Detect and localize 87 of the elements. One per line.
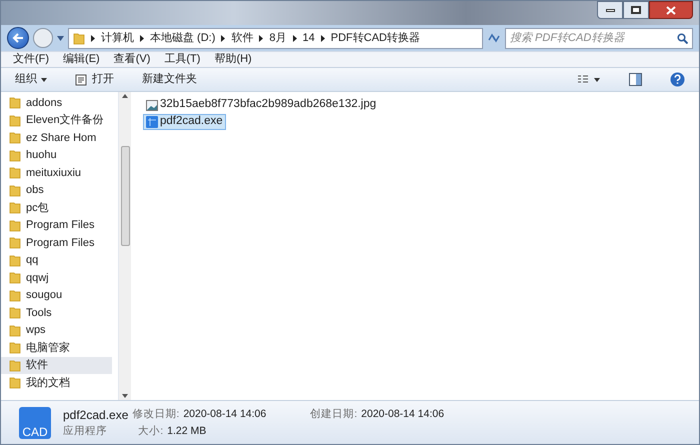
maximize-button[interactable] bbox=[623, 1, 649, 19]
open-button[interactable]: 打开 bbox=[75, 71, 114, 88]
modified-label: 修改日期: bbox=[132, 406, 180, 422]
caret-icon[interactable] bbox=[57, 36, 64, 40]
menu-item[interactable]: 帮助(H) bbox=[214, 51, 252, 68]
organize-button[interactable]: 组织 bbox=[15, 71, 47, 88]
chevron-icon[interactable] bbox=[91, 34, 95, 42]
sidebar-item[interactable]: ez Share Hom bbox=[1, 129, 112, 146]
menu-item[interactable]: 查看(V) bbox=[114, 51, 150, 68]
folder-icon bbox=[9, 201, 21, 214]
folder-icon bbox=[9, 306, 21, 320]
close-icon bbox=[666, 6, 676, 14]
size-label: 大小: bbox=[138, 424, 164, 439]
cad-app-icon: CAD bbox=[19, 406, 51, 438]
sidebar-item[interactable]: Tools bbox=[1, 304, 112, 322]
folder-icon bbox=[9, 324, 21, 337]
breadcrumb-item[interactable]: PDF转CAD转换器 bbox=[330, 30, 420, 46]
folder-icon bbox=[9, 288, 21, 302]
sidebar-item[interactable]: Program Files bbox=[1, 234, 112, 252]
file-name: pdf2cad.exe bbox=[63, 406, 128, 424]
caret-icon bbox=[41, 78, 47, 82]
folder-icon bbox=[9, 96, 21, 110]
minimize-button[interactable] bbox=[597, 1, 623, 19]
chevron-icon[interactable] bbox=[292, 34, 297, 42]
address-bar[interactable]: 计算机 本地磁盘 (D:) 软件 8月 14 PDF转CAD转换器 bbox=[68, 28, 483, 48]
back-button[interactable] bbox=[7, 27, 29, 49]
folder-icon bbox=[9, 166, 21, 180]
view-options-icon[interactable] bbox=[577, 74, 601, 84]
modified-date: 2020-08-14 14:06 bbox=[183, 406, 266, 422]
sidebar-item[interactable]: 电脑管家 bbox=[1, 339, 112, 356]
back-arrow-icon bbox=[12, 33, 24, 43]
folder-icon bbox=[9, 236, 21, 250]
sidebar-item[interactable]: wps bbox=[1, 322, 112, 339]
image-file-icon bbox=[146, 100, 158, 110]
created-date: 2020-08-14 14:06 bbox=[361, 406, 444, 422]
folder-icon bbox=[9, 254, 21, 267]
sidebar-item[interactable]: 软件 bbox=[1, 356, 112, 374]
menu-item[interactable]: 工具(T) bbox=[164, 51, 200, 68]
sidebar-item[interactable]: sougou bbox=[1, 286, 112, 304]
folder-icon bbox=[73, 32, 85, 44]
sidebar-item[interactable]: qq bbox=[1, 252, 112, 269]
preview-pane-icon[interactable] bbox=[629, 73, 642, 86]
sidebar-item[interactable]: addons bbox=[1, 94, 112, 112]
folder-icon bbox=[9, 148, 21, 162]
sidebar-item[interactable]: huohu bbox=[1, 146, 112, 164]
folder-icon bbox=[9, 184, 21, 197]
sidebar-item[interactable]: 我的文档 bbox=[1, 374, 112, 392]
folder-icon bbox=[9, 341, 21, 354]
file-type: 应用程序 bbox=[63, 424, 108, 439]
app-file-icon bbox=[146, 116, 158, 128]
menu-item[interactable]: 文件(F) bbox=[13, 51, 50, 68]
scroll-up-icon[interactable] bbox=[122, 94, 128, 98]
scroll-down-icon[interactable] bbox=[122, 394, 128, 398]
folder-icon bbox=[9, 358, 21, 372]
folder-icon bbox=[9, 131, 21, 144]
chevron-icon[interactable] bbox=[221, 34, 226, 42]
sidebar-item[interactable]: obs bbox=[1, 182, 112, 199]
scrollbar-thumb[interactable] bbox=[120, 146, 130, 246]
breadcrumb-item[interactable]: 软件 bbox=[231, 30, 254, 46]
file-item[interactable]: pdf2cad.exe bbox=[143, 114, 226, 130]
folder-icon bbox=[9, 114, 21, 127]
chevron-icon[interactable] bbox=[140, 34, 144, 42]
sidebar-item[interactable]: pc包 bbox=[1, 199, 112, 216]
created-label: 创建日期: bbox=[310, 406, 358, 422]
sidebar-item[interactable]: Program Files bbox=[1, 216, 112, 234]
breadcrumb-item[interactable]: 8月 bbox=[269, 30, 287, 46]
breadcrumb-item[interactable]: 本地磁盘 (D:) bbox=[150, 30, 216, 46]
breadcrumb-item[interactable]: 计算机 bbox=[101, 30, 134, 46]
chevron-icon[interactable] bbox=[320, 34, 325, 42]
folder-icon bbox=[9, 218, 21, 232]
chevron-icon[interactable] bbox=[259, 34, 264, 42]
sidebar-item[interactable]: meituxiuxiu bbox=[1, 164, 112, 182]
scrollbar[interactable] bbox=[119, 92, 131, 400]
search-icon bbox=[677, 32, 688, 44]
menu-item[interactable]: 编辑(E) bbox=[63, 51, 100, 68]
folder-icon bbox=[9, 271, 21, 284]
folder-icon bbox=[9, 376, 21, 390]
sidebar-item[interactable]: Eleven文件备份 bbox=[1, 112, 112, 129]
help-icon[interactable] bbox=[670, 72, 685, 87]
breadcrumb-item[interactable]: 14 bbox=[302, 30, 315, 46]
close-button[interactable] bbox=[649, 1, 693, 19]
file-item[interactable]: 32b15aeb8f773bfac2b989adb268e132.jpg bbox=[143, 97, 380, 113]
search-field[interactable]: 搜索 PDF转CAD转换器 bbox=[505, 28, 693, 48]
document-icon bbox=[75, 74, 87, 86]
new-folder-button[interactable]: 新建文件夹 bbox=[142, 71, 197, 88]
file-size: 1.22 MB bbox=[167, 424, 206, 439]
sidebar-item[interactable]: qqwj bbox=[1, 269, 112, 286]
